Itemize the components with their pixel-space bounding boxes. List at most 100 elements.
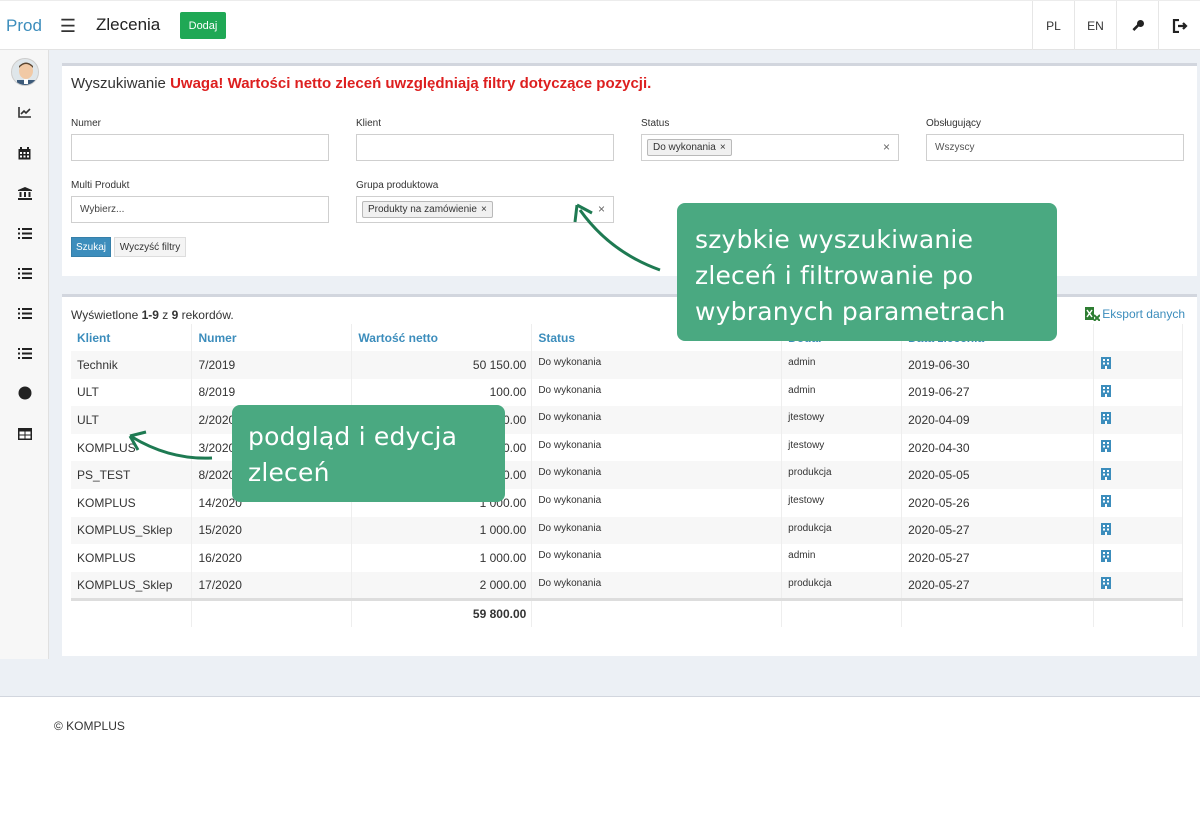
table-row[interactable]: ULT 8/2019 100.00 Do wykonania admin 2019-06-… bbox=[71, 378, 1183, 407]
cell-klient: KOMPLUS bbox=[71, 433, 193, 462]
building-icon[interactable] bbox=[1101, 550, 1111, 563]
cell-actions bbox=[1093, 544, 1183, 572]
hamburger-icon[interactable]: ☰ bbox=[52, 1, 84, 51]
obslugujacy-select[interactable]: Wszyscy bbox=[926, 134, 1184, 161]
cell-status: Do wykonania bbox=[531, 488, 783, 517]
cell-status: Do wykonania bbox=[531, 351, 783, 379]
multi-produkt-select[interactable]: Wybierz... bbox=[71, 196, 329, 223]
building-icon[interactable] bbox=[1101, 357, 1111, 370]
building-icon[interactable] bbox=[1101, 384, 1111, 397]
cell-data: 2020-05-05 bbox=[901, 461, 1094, 489]
col-header-actions bbox=[1093, 324, 1183, 351]
table-icon[interactable] bbox=[0, 419, 49, 449]
cell-status: Do wykonania bbox=[531, 406, 783, 434]
export-data-link[interactable]: Eksport danych bbox=[1085, 307, 1185, 321]
building-icon[interactable] bbox=[1101, 495, 1111, 508]
status-select[interactable]: Do wykonania × × bbox=[641, 134, 899, 161]
cell-klient: KOMPLUS_Sklep bbox=[71, 516, 193, 545]
total-net-value: 59 800.00 bbox=[351, 597, 533, 628]
calendar-icon[interactable] bbox=[0, 138, 49, 168]
key-icon[interactable] bbox=[1116, 1, 1158, 51]
search-button[interactable]: Szukaj bbox=[71, 237, 111, 257]
circle-icon[interactable] bbox=[0, 378, 49, 408]
clear-icon[interactable]: × bbox=[598, 202, 605, 216]
table-row[interactable]: KOMPLUS 16/2020 1 000.00 Do wykonania admin 2… bbox=[71, 544, 1183, 572]
cell-wartosc: 1 000.00 bbox=[351, 544, 533, 572]
copyright: © KOMPLUS bbox=[54, 719, 125, 733]
list-icon[interactable] bbox=[0, 298, 49, 328]
records-of: z bbox=[158, 308, 172, 322]
table-row[interactable]: KOMPLUS_Sklep 17/2020 2 000.00 Do wykonania… bbox=[71, 571, 1183, 600]
callout-line: wybranych parametrach bbox=[695, 297, 1006, 326]
building-icon[interactable] bbox=[1101, 522, 1111, 535]
records-count: Wyświetlone 1-9 z 9 rekordów. bbox=[71, 308, 234, 322]
cell-actions bbox=[1093, 378, 1183, 407]
table-row[interactable]: Technik 7/2019 50 150.00 Do wykonania admin 2… bbox=[71, 351, 1183, 379]
cell-data: 2020-05-27 bbox=[901, 571, 1094, 600]
callout-line: podgląd i edycja bbox=[248, 422, 458, 451]
cell-status: Do wykonania bbox=[531, 544, 783, 572]
col-header-klient[interactable]: Klient bbox=[71, 324, 193, 351]
col-header-wartosc[interactable]: Wartość netto bbox=[351, 324, 533, 351]
records-suffix: rekordów. bbox=[178, 308, 234, 322]
building-icon[interactable] bbox=[1101, 440, 1111, 453]
building-icon[interactable] bbox=[1101, 412, 1111, 425]
footer-spacer bbox=[0, 659, 1200, 696]
clear-filters-button[interactable]: Wyczyść filtry bbox=[114, 237, 186, 257]
list-icon[interactable] bbox=[0, 258, 49, 288]
callout-line: zleceń bbox=[248, 458, 330, 487]
avatar[interactable] bbox=[11, 58, 39, 86]
cell-actions bbox=[1093, 433, 1183, 462]
cell-dodal: admin bbox=[781, 378, 903, 407]
table-row[interactable]: KOMPLUS_Sklep 15/2020 1 000.00 Do wykonania… bbox=[71, 516, 1183, 545]
lang-en-link[interactable]: EN bbox=[1074, 1, 1116, 51]
klient-input[interactable] bbox=[356, 134, 614, 161]
cell-actions bbox=[1093, 488, 1183, 517]
status-tag[interactable]: Do wykonania × bbox=[647, 139, 732, 156]
cell-dodal: jtestowy bbox=[781, 488, 903, 517]
chart-icon[interactable] bbox=[0, 97, 49, 127]
cell-dodal: admin bbox=[781, 351, 903, 379]
col-header-numer[interactable]: Numer bbox=[191, 324, 353, 351]
numer-input[interactable] bbox=[71, 134, 329, 161]
records-range: 1-9 bbox=[141, 308, 159, 322]
bank-icon[interactable] bbox=[0, 178, 49, 208]
cell-numer: 17/2020 bbox=[191, 571, 353, 600]
cell-dodal: jtestowy bbox=[781, 406, 903, 434]
building-icon[interactable] bbox=[1101, 577, 1111, 590]
cell-data: 2020-04-09 bbox=[901, 406, 1094, 434]
brand-logo[interactable]: Prod bbox=[0, 1, 48, 51]
cell-data: 2020-04-30 bbox=[901, 433, 1094, 462]
obslugujacy-label: Obsługujący bbox=[926, 118, 982, 129]
cell-wartosc: 100.00 bbox=[351, 378, 533, 407]
logout-icon[interactable] bbox=[1158, 1, 1200, 51]
grupa-label: Grupa produktowa bbox=[356, 180, 439, 191]
grupa-tag[interactable]: Produkty na zamówienie × bbox=[362, 201, 493, 218]
cell-data: 2020-05-27 bbox=[901, 544, 1094, 572]
list-icon[interactable] bbox=[0, 338, 49, 368]
multi-produkt-label: Multi Produkt bbox=[71, 180, 130, 191]
cell-status: Do wykonania bbox=[531, 516, 783, 545]
cell-actions bbox=[1093, 461, 1183, 489]
cell-status: Do wykonania bbox=[531, 433, 783, 462]
status-tag-label: Do wykonania bbox=[653, 142, 716, 153]
cell-dodal: jtestowy bbox=[781, 433, 903, 462]
cell-klient: ULT bbox=[71, 378, 193, 407]
list-icon[interactable] bbox=[0, 218, 49, 248]
cell-numer: 15/2020 bbox=[191, 516, 353, 545]
add-order-button[interactable]: Dodaj bbox=[180, 12, 226, 39]
search-warning: Uwaga! Wartości netto zleceń uwzględniaj… bbox=[170, 75, 652, 92]
building-icon[interactable] bbox=[1101, 467, 1111, 480]
cell-status: Do wykonania bbox=[531, 461, 783, 489]
annotation-callout-search: szybkie wyszukiwanie zleceń i filtrowani… bbox=[677, 203, 1057, 341]
cell-klient: PS_TEST bbox=[71, 461, 193, 489]
klient-label: Klient bbox=[356, 118, 382, 129]
lang-pl-link[interactable]: PL bbox=[1032, 1, 1074, 51]
tag-remove-icon[interactable]: × bbox=[481, 204, 487, 215]
cell-data: 2019-06-27 bbox=[901, 378, 1094, 407]
cell-dodal: admin bbox=[781, 544, 903, 572]
tag-remove-icon[interactable]: × bbox=[720, 142, 726, 153]
cell-wartosc: 50 150.00 bbox=[351, 351, 533, 379]
grupa-select[interactable]: Produkty na zamówienie × × bbox=[356, 196, 614, 223]
clear-icon[interactable]: × bbox=[883, 140, 890, 154]
